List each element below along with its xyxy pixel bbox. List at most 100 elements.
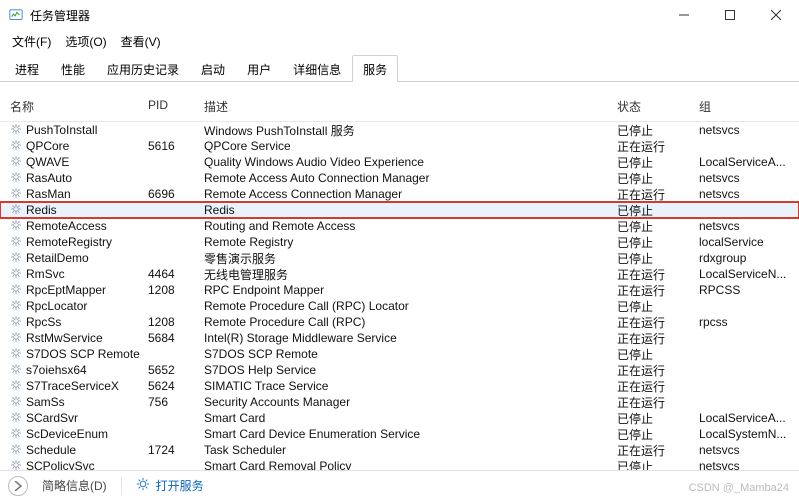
separator: [121, 477, 122, 495]
col-header-name[interactable]: 名称: [8, 98, 148, 115]
gear-icon: [10, 443, 22, 458]
col-header-status[interactable]: 状态: [617, 98, 699, 115]
service-desc: Remote Procedure Call (RPC): [200, 315, 617, 329]
service-status: 已停止: [617, 426, 699, 443]
gear-icon: [10, 267, 22, 282]
service-name: QWAVE: [26, 155, 69, 169]
gear-icon: [10, 331, 22, 346]
service-group: LocalSystemN...: [699, 427, 791, 441]
service-name: SCPolicySvc: [26, 459, 95, 470]
service-group: netsvcs: [699, 171, 791, 185]
brief-info-button[interactable]: 简略信息(D): [42, 477, 107, 494]
service-desc: QPCore Service: [200, 139, 617, 153]
services-icon: [136, 477, 150, 494]
service-name: RasMan: [26, 187, 71, 201]
service-row[interactable]: SCPolicySvcSmart Card Removal Policy已停止n…: [0, 458, 799, 470]
service-row[interactable]: SamSs756Security Accounts Manager正在运行: [0, 394, 799, 410]
service-name: SamSs: [26, 395, 65, 409]
service-row[interactable]: S7TraceServiceX5624SIMATIC Trace Service…: [0, 378, 799, 394]
service-group: LocalServiceA...: [699, 155, 791, 169]
open-services-link[interactable]: 打开服务: [136, 477, 204, 494]
service-row[interactable]: s7oiehsx645652S7DOS Help Service正在运行: [0, 362, 799, 378]
service-row[interactable]: RetailDemo零售演示服务已停止rdxgroup: [0, 250, 799, 266]
service-desc: Quality Windows Audio Video Experience: [200, 155, 617, 169]
service-pid: 5624: [148, 379, 200, 393]
service-group: netsvcs: [699, 219, 791, 233]
menu-file[interactable]: 文件(F): [6, 31, 57, 52]
service-desc: Smart Card Device Enumeration Service: [200, 427, 617, 441]
service-row[interactable]: QPCore5616QPCore Service正在运行: [0, 138, 799, 154]
service-desc: Remote Registry: [200, 235, 617, 249]
service-status: 已停止: [617, 458, 699, 471]
service-row[interactable]: RemoteRegistryRemote Registry已停止localSer…: [0, 234, 799, 250]
gear-icon: [10, 139, 22, 154]
menu-view[interactable]: 查看(V): [115, 31, 167, 52]
minimize-button[interactable]: [661, 0, 707, 30]
service-row[interactable]: RasAutoRemote Access Auto Connection Man…: [0, 170, 799, 186]
service-row[interactable]: RpcSs1208Remote Procedure Call (RPC)正在运行…: [0, 314, 799, 330]
window-controls: [661, 0, 799, 30]
service-desc: S7DOS Help Service: [200, 363, 617, 377]
service-row[interactable]: RasMan6696Remote Access Connection Manag…: [0, 186, 799, 202]
gear-icon: [10, 427, 22, 442]
service-name: RstMwService: [26, 331, 103, 345]
service-row[interactable]: QWAVE Quality Windows Audio Video Experie…: [0, 154, 799, 170]
menu-bar: 文件(F) 选项(O) 查看(V): [0, 30, 799, 52]
service-row[interactable]: PushToInstallWindows PushToInstall 服务已停止…: [0, 122, 799, 138]
menu-options[interactable]: 选项(O): [59, 31, 112, 52]
tab-0[interactable]: 进程: [4, 55, 50, 82]
service-row[interactable]: SCardSvrSmart Card已停止LocalServiceA...: [0, 410, 799, 426]
service-desc: Routing and Remote Access: [200, 219, 617, 233]
service-pid: 5616: [148, 139, 200, 153]
service-desc: RPC Endpoint Mapper: [200, 283, 617, 297]
col-header-pid[interactable]: PID: [148, 98, 200, 115]
service-row[interactable]: ScDeviceEnumSmart Card Device Enumeratio…: [0, 426, 799, 442]
service-desc: 无线电管理服务: [200, 266, 617, 283]
service-row[interactable]: RedisRedis已停止: [0, 202, 799, 218]
service-desc: Remote Access Connection Manager: [200, 187, 617, 201]
tab-4[interactable]: 用户: [236, 55, 282, 82]
app-icon: [8, 7, 24, 23]
service-row[interactable]: RpcEptMapper1208RPC Endpoint Mapper正在运行R…: [0, 282, 799, 298]
service-name: RpcLocator: [26, 299, 87, 313]
service-status: 已停止: [617, 346, 699, 363]
tab-6[interactable]: 服务: [352, 55, 398, 82]
col-header-desc[interactable]: 描述: [200, 98, 617, 115]
service-group: RPCSS: [699, 283, 791, 297]
tab-2[interactable]: 应用历史记录: [96, 55, 190, 82]
service-group: netsvcs: [699, 123, 791, 137]
service-row[interactable]: RemoteAccessRouting and Remote Access已停止…: [0, 218, 799, 234]
service-group: rpcss: [699, 315, 791, 329]
service-desc: Intel(R) Storage Middleware Service: [200, 331, 617, 345]
service-desc: Smart Card Removal Policy: [200, 459, 617, 470]
tab-1[interactable]: 性能: [50, 55, 96, 82]
service-row[interactable]: Schedule1724Task Scheduler正在运行netsvcs: [0, 442, 799, 458]
service-status: 正在运行: [617, 186, 699, 203]
service-desc: SIMATIC Trace Service: [200, 379, 617, 393]
service-list[interactable]: PushToInstallWindows PushToInstall 服务已停止…: [0, 122, 799, 470]
gear-icon: [10, 315, 22, 330]
close-button[interactable]: [753, 0, 799, 30]
service-status: 正在运行: [617, 138, 699, 155]
gear-icon: [10, 395, 22, 410]
col-header-group[interactable]: 组: [699, 98, 791, 115]
gear-icon: [10, 363, 22, 378]
gear-icon: [10, 235, 22, 250]
service-group: LocalServiceN...: [699, 267, 791, 281]
tab-strip: 进程性能应用历史记录启动用户详细信息服务: [0, 54, 799, 82]
service-status: 正在运行: [617, 266, 699, 283]
service-desc: Redis: [200, 203, 617, 217]
tab-5[interactable]: 详细信息: [282, 55, 352, 82]
service-status: 已停止: [617, 202, 699, 219]
service-row[interactable]: RmSvc4464无线电管理服务正在运行LocalServiceN...: [0, 266, 799, 282]
service-row[interactable]: S7DOS SCP RemoteS7DOS SCP Remote已停止: [0, 346, 799, 362]
service-desc: Windows PushToInstall 服务: [200, 122, 617, 139]
expand-icon[interactable]: [8, 476, 28, 496]
maximize-button[interactable]: [707, 0, 753, 30]
service-group: LocalServiceA...: [699, 411, 791, 425]
service-row[interactable]: RstMwService5684Intel(R) Storage Middlew…: [0, 330, 799, 346]
gear-icon: [10, 283, 22, 298]
service-status: 正在运行: [617, 330, 699, 347]
tab-3[interactable]: 启动: [190, 55, 236, 82]
service-row[interactable]: RpcLocatorRemote Procedure Call (RPC) Lo…: [0, 298, 799, 314]
